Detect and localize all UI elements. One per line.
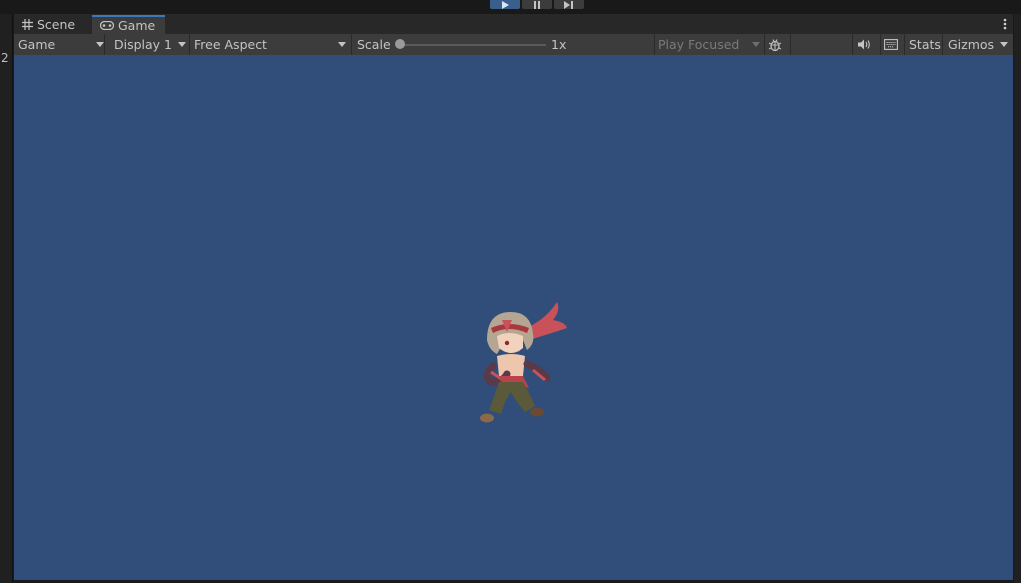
pause-button[interactable] — [522, 0, 552, 9]
gamepad-icon — [100, 21, 114, 30]
step-button[interactable] — [554, 0, 584, 9]
kebab-menu-icon — [1003, 18, 1007, 30]
chevron-down-icon — [338, 42, 346, 47]
divider — [880, 34, 881, 55]
chevron-down-icon — [752, 42, 760, 47]
tab-scene-label: Scene — [37, 17, 76, 32]
play-mode-value: Play Focused — [658, 37, 740, 52]
right-panel-edge — [1014, 14, 1021, 583]
gizmos-dropdown[interactable]: Gizmos — [948, 34, 1010, 55]
display-value: Display 1 — [114, 37, 173, 52]
divider — [189, 34, 190, 55]
gizmos-label: Gizmos — [948, 37, 995, 52]
stats-button[interactable]: Stats — [909, 34, 941, 55]
chevron-down-icon — [96, 42, 104, 47]
bug-icon — [768, 38, 782, 51]
game-viewport[interactable] — [14, 55, 1013, 580]
chevron-down-icon — [178, 42, 186, 47]
display-dropdown[interactable]: Display 1 — [114, 34, 190, 55]
play-icon — [502, 0, 509, 9]
chevron-down-icon — [1000, 42, 1008, 47]
scale-label: Scale — [357, 37, 391, 52]
tab-scene[interactable]: Scene — [14, 15, 92, 34]
scale-slider-thumb[interactable] — [395, 39, 405, 49]
keyboard-icon — [884, 39, 898, 50]
divider — [104, 34, 105, 55]
scale-slider-track[interactable] — [402, 44, 546, 46]
mute-audio-button[interactable] — [858, 34, 876, 55]
divider — [904, 34, 905, 55]
view-mode-value: Game — [18, 37, 56, 52]
play-button[interactable] — [490, 0, 520, 9]
left-panel-number: 2 — [1, 51, 9, 65]
debug-button[interactable] — [768, 34, 786, 55]
character-sprite — [480, 302, 567, 423]
divider — [764, 34, 765, 55]
tab-game[interactable]: Game — [92, 15, 165, 34]
scale-value: 1x — [551, 37, 567, 52]
tab-game-label: Game — [118, 18, 156, 33]
tab-bar: Scene Game — [14, 14, 1013, 35]
game-toolbar: Game Display 1 Free Aspect Scale 1x Play… — [14, 34, 1013, 56]
aspect-value: Free Aspect — [194, 37, 267, 52]
divider — [942, 34, 943, 55]
left-panel-edge: 2 — [0, 14, 13, 583]
more-options-button[interactable] — [1003, 18, 1007, 33]
grid-icon — [22, 19, 33, 30]
divider — [852, 34, 853, 55]
divider — [790, 34, 791, 55]
divider — [654, 34, 655, 55]
divider — [351, 34, 352, 55]
shortcuts-button[interactable] — [884, 34, 902, 55]
view-mode-dropdown[interactable]: Game — [18, 34, 104, 55]
pause-icon — [534, 0, 540, 9]
speaker-icon — [858, 39, 870, 50]
play-mode-dropdown[interactable]: Play Focused — [658, 34, 762, 55]
step-icon — [564, 0, 573, 9]
play-controls-bar — [0, 0, 1021, 14]
aspect-dropdown[interactable]: Free Aspect — [194, 34, 350, 55]
